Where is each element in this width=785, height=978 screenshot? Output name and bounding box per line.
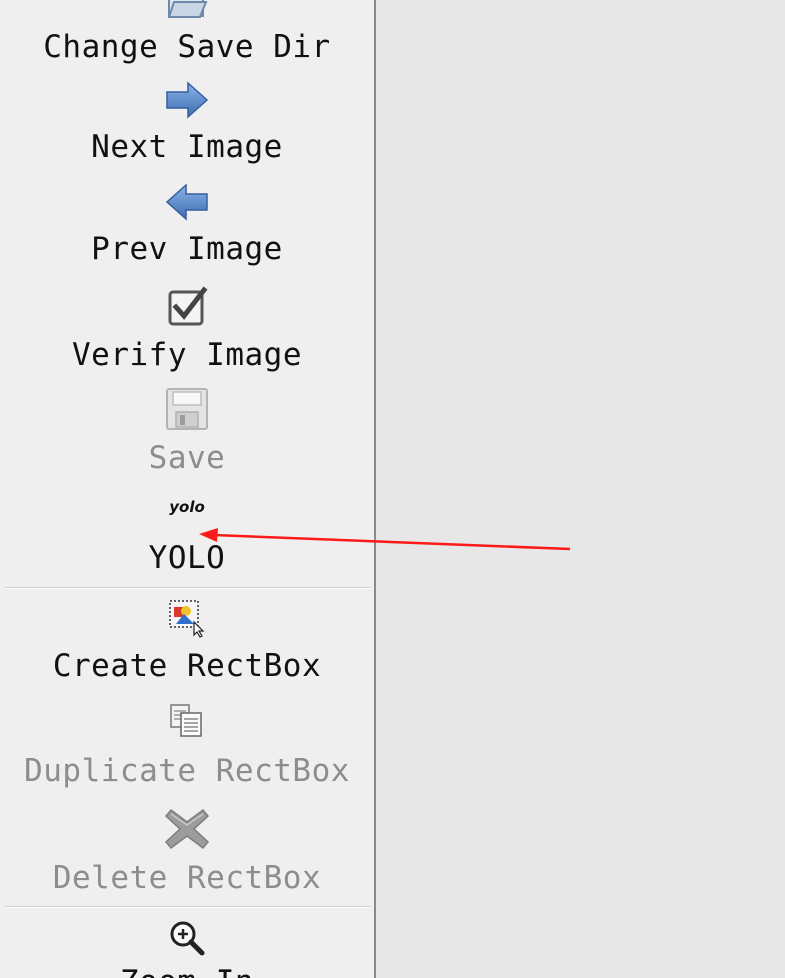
yolo-label: YOLO bbox=[148, 540, 226, 576]
delete-rectbox-label: Delete RectBox bbox=[52, 860, 322, 896]
create-rectbox-icon bbox=[167, 598, 207, 642]
delete-x-icon bbox=[163, 806, 211, 856]
change-save-dir-label: Change Save Dir bbox=[43, 29, 331, 65]
next-image-label: Next Image bbox=[91, 129, 283, 165]
folder-open-icon bbox=[165, 0, 209, 26]
arrow-left-icon bbox=[164, 182, 210, 226]
change-save-dir-button[interactable]: Change Save Dir bbox=[0, 0, 374, 70]
duplicate-rectbox-button[interactable]: Duplicate RectBox bbox=[0, 702, 374, 798]
yolo-button[interactable]: yolo YOLO bbox=[0, 492, 374, 586]
prev-image-label: Prev Image bbox=[91, 231, 283, 267]
zoom-in-button[interactable]: Zoom In bbox=[0, 914, 374, 978]
verify-image-label: Verify Image bbox=[72, 337, 302, 373]
arrow-right-icon bbox=[164, 80, 210, 124]
toolbar-separator bbox=[5, 906, 370, 908]
duplicate-icon bbox=[167, 702, 207, 744]
save-button[interactable]: Save bbox=[0, 386, 374, 482]
prev-image-button[interactable]: Prev Image bbox=[0, 180, 374, 272]
zoom-in-icon bbox=[167, 918, 207, 962]
create-rectbox-button[interactable]: Create RectBox bbox=[0, 596, 374, 692]
save-label: Save bbox=[148, 440, 226, 476]
left-toolbar: Change Save Dir Next Image Prev Image Ve… bbox=[0, 0, 376, 978]
toolbar-separator bbox=[5, 587, 370, 589]
create-rectbox-label: Create RectBox bbox=[52, 648, 322, 684]
delete-rectbox-button[interactable]: Delete RectBox bbox=[0, 806, 374, 902]
checkbox-verify-icon bbox=[166, 286, 208, 332]
labelimg-window: Change Save Dir Next Image Prev Image Ve… bbox=[0, 0, 785, 978]
verify-image-button[interactable]: Verify Image bbox=[0, 284, 374, 380]
duplicate-rectbox-label: Duplicate RectBox bbox=[24, 753, 350, 789]
yolo-icon: yolo bbox=[169, 498, 205, 516]
next-image-button[interactable]: Next Image bbox=[0, 78, 374, 170]
floppy-save-icon bbox=[165, 387, 209, 435]
zoom-in-label: Zoom In bbox=[0, 964, 374, 978]
image-canvas-area[interactable] bbox=[376, 0, 785, 978]
